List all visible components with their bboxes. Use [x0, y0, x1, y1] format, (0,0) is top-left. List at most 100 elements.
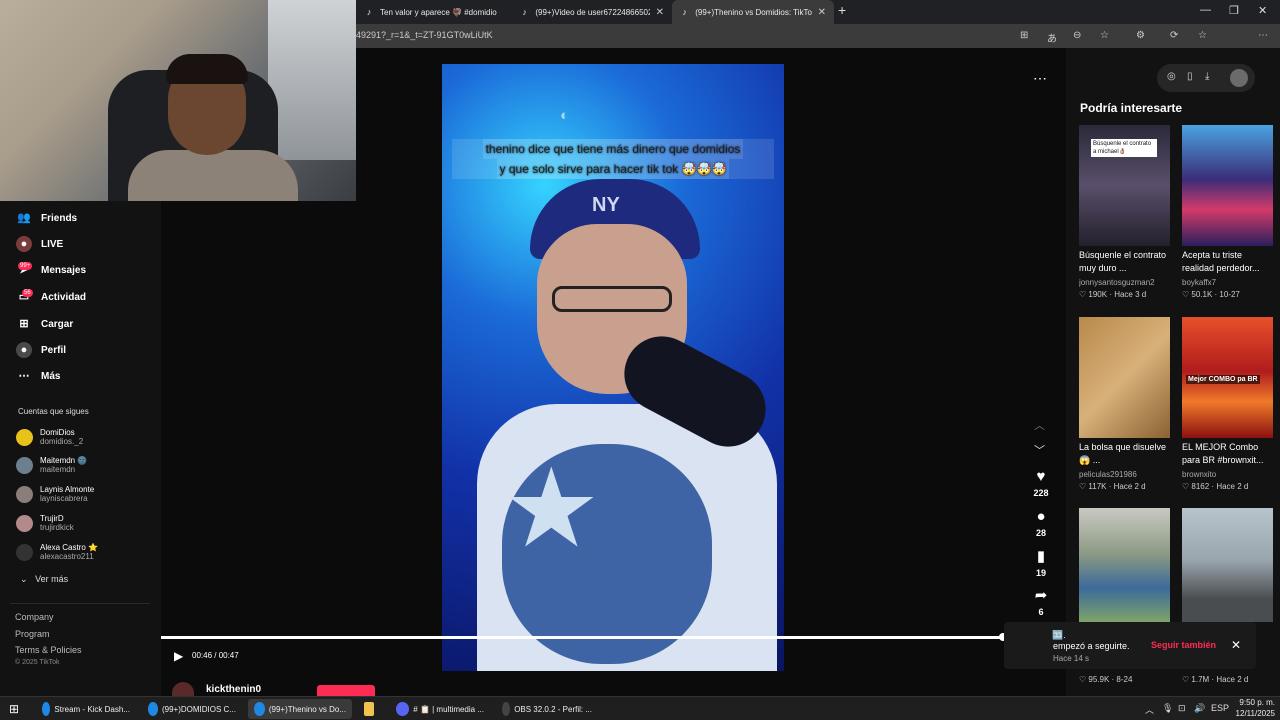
tiktok-icon: ♪: [682, 7, 687, 17]
close-tab-icon[interactable]: ✕: [818, 7, 826, 18]
comment-action[interactable]: ● 28: [1030, 508, 1052, 538]
windows-start-icon[interactable]: ⊞: [9, 702, 19, 716]
video-thumbnail[interactable]: Mejor COMBO pa BR: [1182, 317, 1273, 438]
taskbar-item[interactable]: (99+)DOMIDIOS C...: [142, 699, 242, 719]
share-action[interactable]: ➦ 6: [1030, 587, 1052, 617]
card-meta: ♡ 1.7M · Hace 2 d: [1182, 675, 1249, 684]
hat-logo: NY: [592, 194, 620, 216]
folder-icon: [364, 702, 374, 716]
following-handle: domidios._2: [40, 437, 84, 446]
card-meta: ♡ 117K · Hace 2 d: [1079, 482, 1146, 491]
profile-avatar[interactable]: [1230, 69, 1248, 87]
device-icon[interactable]: ▯: [1187, 71, 1193, 82]
sidebar-item-live[interactable]: ● LIVE: [16, 235, 63, 253]
messages-badge: 99+: [18, 262, 33, 270]
sidebar-item-friends[interactable]: 👥 Friends: [16, 209, 77, 227]
compass-icon[interactable]: ◎: [1167, 71, 1176, 82]
recommended-card[interactable]: Mejor COMBO pa BR EL MEJOR Combo para BR…: [1182, 317, 1273, 491]
close-icon[interactable]: ✕: [1231, 638, 1241, 652]
like-action[interactable]: ♥ 228: [1030, 468, 1052, 498]
video-thumbnail[interactable]: [1079, 317, 1170, 438]
avatar: [16, 514, 33, 532]
following-item[interactable]: Laynis Almonte layniscabrera: [16, 481, 94, 507]
url-text[interactable]: 49291?_r=1&_t=ZT-91GT0wLiUtK: [356, 30, 493, 40]
taskbar: ⊞ Stream - Kick Dash... (99+)DOMIDIOS C.…: [0, 696, 1280, 720]
microphone-icon[interactable]: 🎙: [1162, 703, 1173, 714]
webcam-person-shirt: [128, 150, 298, 201]
close-tab-icon[interactable]: ✕: [656, 7, 664, 18]
taskbar-item[interactable]: Stream - Kick Dash...: [36, 699, 136, 719]
following-item[interactable]: DomiDios domidios._2: [16, 424, 83, 450]
browser-menu-icon[interactable]: ⋯: [1258, 30, 1268, 41]
card-user: jonnysantosguzman2: [1079, 278, 1155, 287]
sync-icon[interactable]: ⟳: [1170, 30, 1178, 41]
taskbar-item[interactable]: # 📋 | multimedia ...: [390, 699, 490, 719]
extensions-icon[interactable]: ⚙: [1136, 30, 1145, 41]
download-icon[interactable]: ⤓: [1205, 71, 1209, 82]
network-icon[interactable]: ⊡: [1178, 703, 1186, 714]
new-tab-icon[interactable]: +: [838, 2, 846, 18]
following-item[interactable]: TrujirD trujirdkick: [16, 510, 74, 536]
taskbar-label: (99+)Thenino vs Do...: [268, 704, 346, 714]
system-clock[interactable]: 9:50 p. m. 12/11/2025: [1231, 697, 1275, 719]
sidebar-item-label: LIVE: [41, 238, 64, 250]
recommended-card[interactable]: [1182, 508, 1273, 622]
video-thumbnail[interactable]: [1182, 125, 1273, 246]
recommended-card[interactable]: Búsquenle el contrato a michael👌🏽 Búsque…: [1079, 125, 1170, 299]
following-item[interactable]: Maitemdn 🌚 maitemdn: [16, 452, 87, 478]
browser-tab-1[interactable]: ♪ Ten valor y aparece 🦃 #domidio: [356, 0, 508, 24]
app-view-icon[interactable]: ⊞: [1020, 30, 1028, 41]
video-thumbnail[interactable]: [1182, 508, 1273, 622]
taskbar-item[interactable]: OBS 32.0.2 - Perfil: ...: [496, 699, 598, 719]
follow-back-button[interactable]: Seguir también: [1151, 640, 1216, 650]
clock-date: 12/11/2025: [1235, 709, 1275, 718]
following-item[interactable]: Alexa Castro ⭐ alexacastro211: [16, 539, 98, 565]
minimize-icon[interactable]: —: [1200, 4, 1211, 16]
see-more-link[interactable]: ⌄ Ver más: [20, 574, 68, 585]
recommended-card[interactable]: Acepta tu triste realidad perdedor... bo…: [1182, 125, 1273, 299]
collections-icon[interactable]: ☆: [1198, 30, 1207, 41]
volume-icon[interactable]: 🔊: [1194, 703, 1205, 714]
card-meta: ♡ 50.1K · 10-27: [1182, 290, 1240, 299]
video-progress-bar[interactable]: [161, 636, 1004, 639]
bookmark-action[interactable]: ▮ 19: [1030, 548, 1052, 578]
more-icon: ⋯: [18, 370, 30, 382]
taskbar-item[interactable]: [358, 699, 384, 719]
favorite-star-icon[interactable]: ☆: [1100, 30, 1109, 41]
keyboard-language[interactable]: ESP: [1211, 703, 1229, 713]
sidebar-item-label: Mensajes: [41, 264, 87, 276]
sidebar-item-upload[interactable]: ⊞ Cargar: [16, 315, 73, 333]
next-video-icon[interactable]: ﹀: [1034, 442, 1045, 458]
card-user: brownxito: [1182, 470, 1217, 479]
translate-icon[interactable]: あ: [1047, 30, 1057, 45]
divider: [10, 603, 150, 604]
play-icon[interactable]: ▶: [174, 649, 183, 663]
browser-tab-3[interactable]: ♪ (99+)Thenino vs Domidios: TikTok ✕: [672, 0, 834, 24]
footer-link-terms[interactable]: Terms & Policies: [15, 645, 82, 655]
video-thumbnail[interactable]: Búsquenle el contrato a michael👌🏽: [1079, 125, 1170, 246]
heart-icon: ♡: [1182, 482, 1190, 491]
tiktok-icon: ♪: [522, 7, 527, 17]
taskbar-item[interactable]: (99+)Thenino vs Do...: [248, 699, 352, 719]
following-name: Maitemdn 🌚: [40, 456, 88, 465]
footer-link-program[interactable]: Program: [15, 629, 50, 639]
footer-link-company[interactable]: Company: [15, 612, 54, 622]
author-name[interactable]: kickthenin0: [206, 684, 261, 695]
sidebar-item-profile[interactable]: ● Perfil: [16, 341, 66, 359]
sidebar-item-more[interactable]: ⋯ Más: [16, 367, 61, 385]
show-hidden-icons-icon[interactable]: ︿: [1145, 703, 1154, 716]
zoom-icon[interactable]: ⊖: [1073, 30, 1081, 41]
recommended-card[interactable]: [1079, 508, 1170, 622]
recommended-card[interactable]: La bolsa que disuelve😱 ... peliculas2919…: [1079, 317, 1170, 491]
more-options-icon[interactable]: ⋯: [1033, 70, 1047, 87]
following-name: Alexa Castro ⭐: [40, 543, 98, 552]
browser-tab-2[interactable]: ♪ (99+)Video de user67224866502 ( ✕: [512, 0, 672, 24]
maximize-icon[interactable]: ❐: [1229, 4, 1239, 17]
video-player[interactable]: ◐ NY ★ thenino dice que tiene más dinero…: [442, 64, 784, 671]
close-window-icon[interactable]: ✕: [1258, 4, 1267, 17]
previous-video-icon[interactable]: ︿: [1034, 417, 1045, 433]
video-thumbnail[interactable]: [1079, 508, 1170, 622]
clock-time: 9:50 p. m.: [1239, 698, 1275, 707]
notification-time: Hace 14 s: [1053, 654, 1090, 663]
follow-button[interactable]: [317, 685, 375, 696]
